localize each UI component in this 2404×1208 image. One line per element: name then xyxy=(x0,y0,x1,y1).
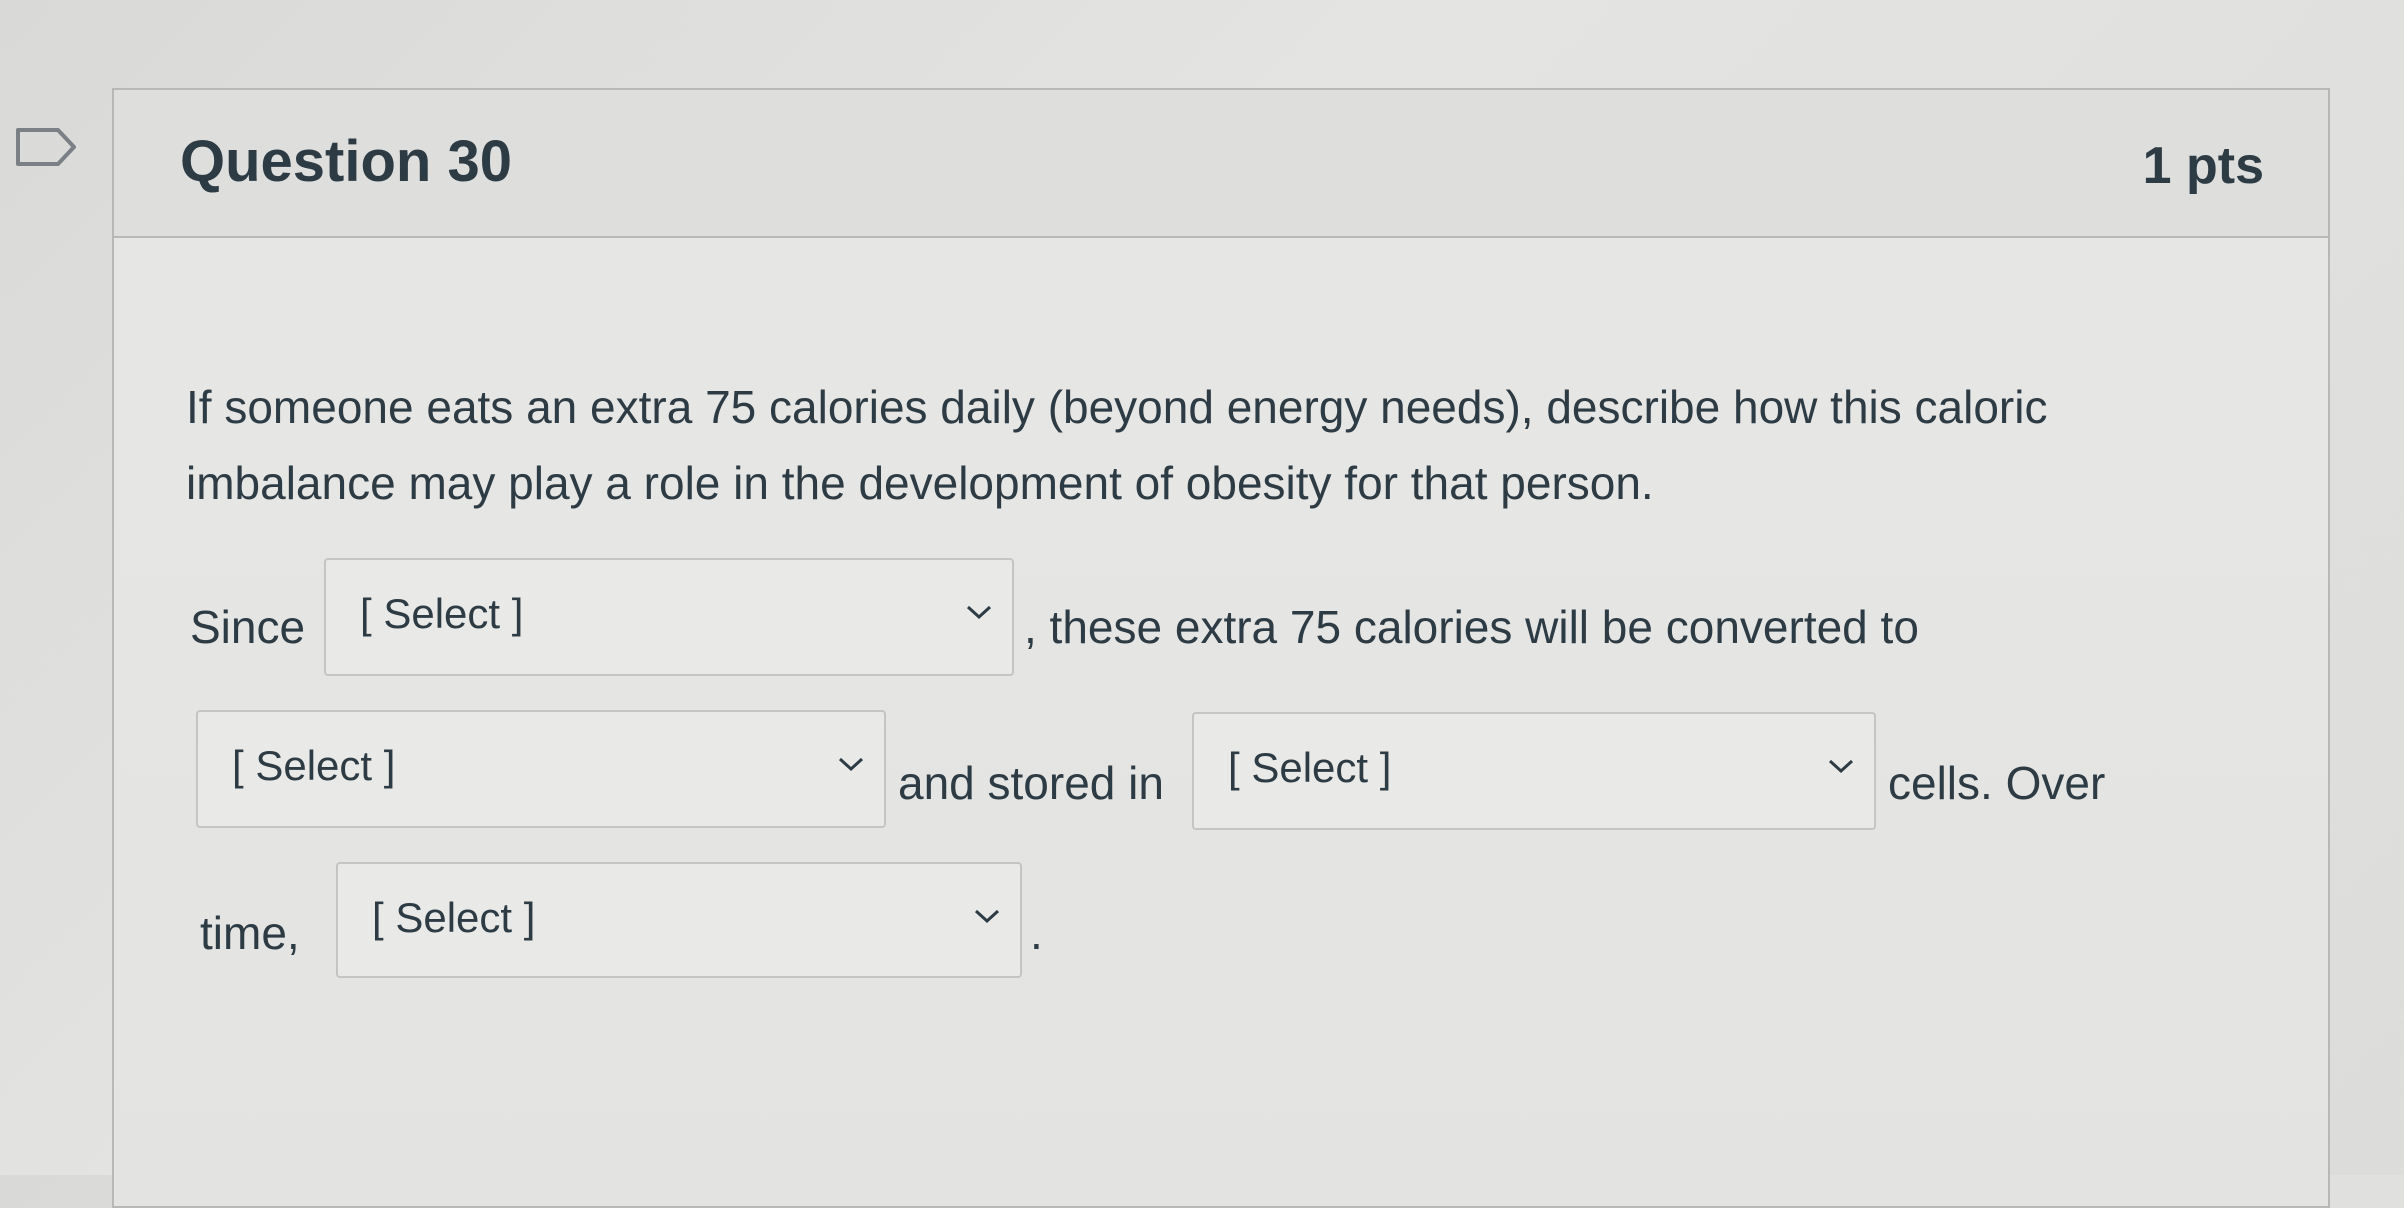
question-title: Question 30 xyxy=(180,129,512,194)
period-text: . xyxy=(1030,907,1043,959)
chevron-down-icon xyxy=(966,605,992,620)
converted-to-text: , these extra 75 calories will be conver… xyxy=(1024,601,1919,653)
chevron-down-icon xyxy=(974,909,1000,924)
chevron-down-icon xyxy=(838,757,864,772)
chevron-down-icon xyxy=(1828,759,1854,774)
cells-over-text: cells. Over xyxy=(1888,757,2106,809)
question-prompt-line-1: If someone eats an extra 75 calories dai… xyxy=(186,381,2048,433)
select-dropdown-4[interactable]: [ Select ] xyxy=(336,862,1022,978)
stored-in-text: and stored in xyxy=(898,757,1164,809)
question-header: Question 30 1 pts xyxy=(114,90,2328,238)
select-dropdown-3[interactable]: [ Select ] xyxy=(1192,712,1876,830)
time-label: time, xyxy=(200,907,300,959)
select-dropdown-2[interactable]: [ Select ] xyxy=(196,710,886,828)
question-points: 1 pts xyxy=(2142,137,2264,195)
select-4-value: [ Select ] xyxy=(372,894,536,941)
select-3-value: [ Select ] xyxy=(1228,744,1392,791)
question-prompt-line-2: imbalance may play a role in the develop… xyxy=(186,457,1654,509)
select-dropdown-1[interactable]: [ Select ] xyxy=(324,558,1014,676)
since-label: Since xyxy=(190,601,306,653)
select-1-value: [ Select ] xyxy=(360,590,524,637)
flag-icon[interactable] xyxy=(14,126,78,168)
select-2-value: [ Select ] xyxy=(232,742,396,789)
